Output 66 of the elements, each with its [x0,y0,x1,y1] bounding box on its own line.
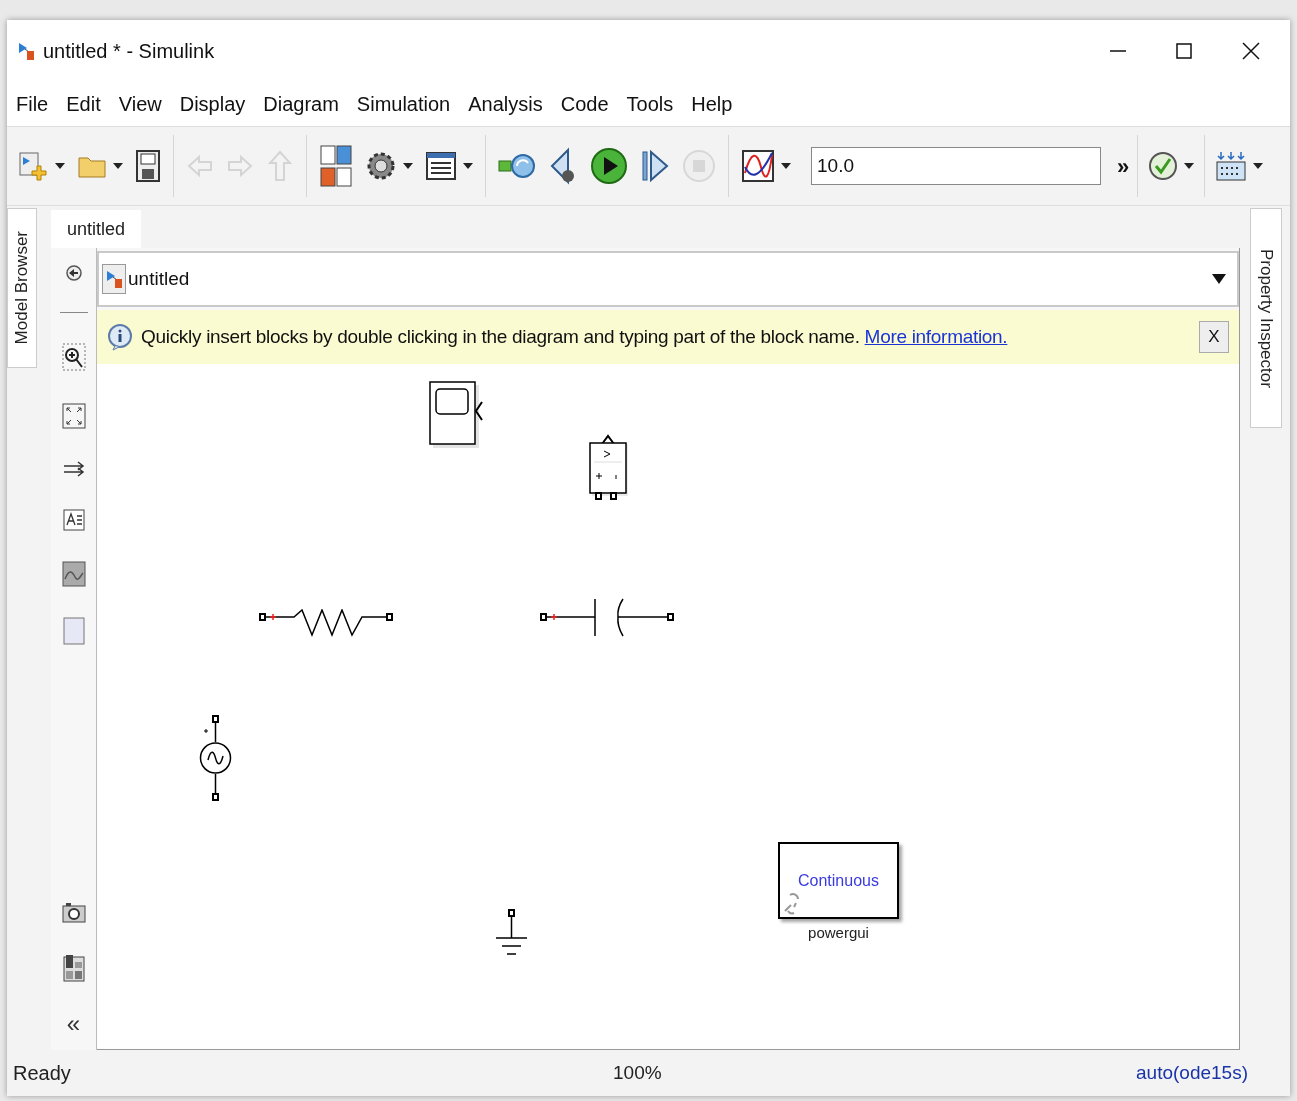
stop-icon [682,149,716,183]
library-icon [319,144,353,188]
back-icon[interactable] [64,264,83,282]
play-icon [590,147,628,185]
caret-icon [463,163,473,169]
stop-time-field[interactable]: 10.0 [811,147,1101,185]
step-forward-icon [640,148,670,184]
breadcrumb-text[interactable]: untitled [128,264,190,294]
camera-icon[interactable] [61,902,86,924]
status-text: Ready [13,1061,72,1086]
collapse-button[interactable]: « [66,1012,81,1036]
menu-item[interactable]: Edit [59,85,108,123]
layout-icon[interactable] [62,954,85,982]
more-information-link[interactable]: More information. [864,325,1008,347]
signal-scope-icon [741,149,775,183]
caret-icon [1184,163,1195,169]
caret-icon [403,163,413,169]
model-advisor-button[interactable] [1146,151,1197,181]
info-message: Quickly insert blocks by double clicking in the diagram and typing part of the block name. More information. [141,324,1008,349]
left-arrow-icon [186,152,214,180]
zoom-in-icon[interactable] [61,343,86,373]
menu-item[interactable]: File [9,85,56,123]
right-arrow-icon [226,152,254,180]
menu-item[interactable]: Diagram [256,85,346,123]
deploy-button[interactable] [1213,150,1266,182]
fit-to-view-icon[interactable] [61,403,86,429]
caret-icon [55,163,65,169]
simulink-model-icon [105,269,123,289]
block-label: powergui [808,925,869,940]
info-icon [107,323,133,351]
side-tab[interactable]: Model Browser [7,208,37,368]
block-mode-text: Continuous [798,872,879,889]
side-tab[interactable]: Property Inspector [1250,208,1282,428]
save-icon [135,149,161,183]
simulink-model-icon [17,41,35,61]
model-button[interactable] [102,264,126,294]
editor-tab[interactable]: untitled [51,210,142,248]
gear-icon [365,150,397,182]
solver-link[interactable]: auto(ode15s) [1136,1058,1248,1088]
broken-link-icon [782,891,802,915]
menu-item[interactable]: Help [684,85,740,123]
window-title: untitled * - Simulink [43,39,215,64]
keypad-icon [1215,150,1248,182]
menu-item[interactable]: Simulation [349,85,458,123]
caret-icon [1253,163,1264,169]
check-icon [1148,151,1179,181]
overflow-button[interactable]: » [1117,149,1130,183]
scope-block [429,381,485,451]
close-button[interactable]: X [1199,321,1229,353]
menu-item[interactable]: Tools [619,85,681,123]
image-icon[interactable] [61,561,86,587]
menu-item[interactable]: View [111,85,169,123]
menu-item[interactable]: Analysis [461,85,550,123]
dropdown-icon[interactable] [1212,274,1226,284]
menu-item[interactable]: Display [172,85,253,123]
annotation-icon[interactable] [62,509,85,531]
zoom-level: 100% [613,1060,662,1085]
maximize-icon[interactable] [1176,43,1192,59]
close-icon[interactable] [1242,42,1260,60]
caret-icon [113,163,123,169]
table-icon [425,151,457,181]
double-arrow-icon[interactable] [61,459,86,479]
menu-item[interactable]: Code [553,85,616,123]
caret-icon [781,163,791,169]
up-arrow-icon [266,149,294,183]
new-model-icon [17,150,49,182]
